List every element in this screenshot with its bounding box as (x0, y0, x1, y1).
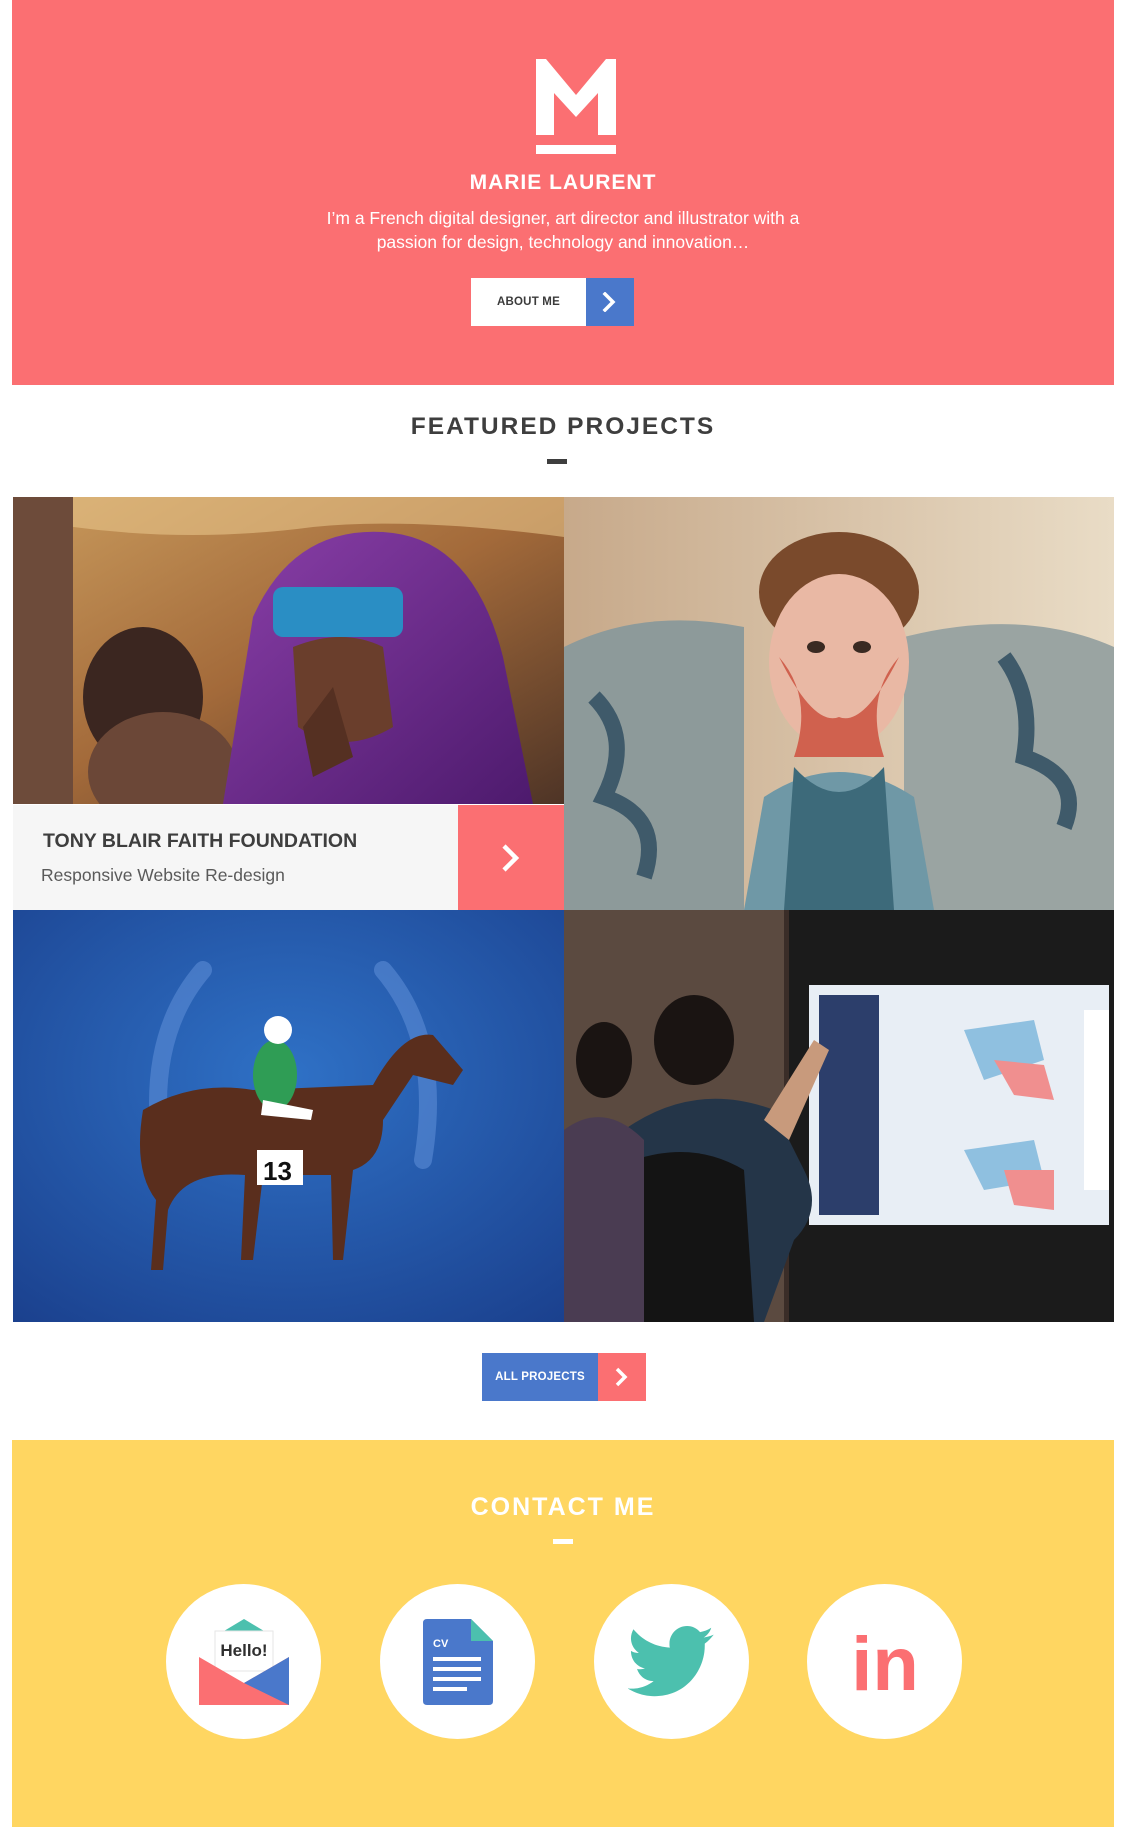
twitter-bird-icon (627, 1625, 714, 1696)
twitter-contact-button[interactable] (594, 1584, 749, 1739)
project-subtitle: Responsive Website Re-design (41, 865, 285, 885)
hero-section: MARIE LAURENT I’m a French digital desig… (12, 0, 1114, 385)
chevron-right-icon[interactable] (586, 278, 634, 326)
title-divider (553, 1539, 573, 1544)
project-image-kiosk[interactable] (564, 910, 1114, 1322)
chevron-right-icon[interactable] (458, 805, 564, 910)
project-caption[interactable]: TONY BLAIR FAITH FOUNDATION Responsive W… (13, 805, 458, 910)
hero-bio: I’m a French digital designer, art direc… (302, 206, 824, 254)
all-projects-button[interactable]: ALL PROJECTS (482, 1353, 646, 1401)
hero-bio-line-2: passion for design, technology and innov… (376, 232, 750, 252)
linkedin-contact-button[interactable]: in (807, 1584, 962, 1739)
all-projects-label[interactable]: ALL PROJECTS (482, 1353, 598, 1401)
project-title[interactable]: TONY BLAIR FAITH FOUNDATION (43, 830, 357, 853)
race-number-badge: 13 (263, 1156, 292, 1186)
about-me-label[interactable]: ABOUT ME (471, 278, 586, 326)
hero-bio-line-1: I’m a French digital designer, art direc… (326, 208, 800, 228)
m-logo-icon[interactable] (536, 59, 616, 155)
project-image-jockey[interactable]: 13 (13, 910, 564, 1322)
about-me-button[interactable]: ABOUT ME (471, 278, 634, 326)
linkedin-text: in (851, 1622, 919, 1702)
cv-contact-button[interactable]: CV (380, 1584, 535, 1739)
chevron-right-icon[interactable] (598, 1353, 646, 1401)
email-contact-button[interactable]: Hello! (166, 1584, 321, 1739)
title-divider (547, 459, 567, 464)
cv-document-icon: CV (422, 1618, 493, 1705)
project-image-body-paint[interactable] (564, 497, 1114, 910)
document-text: CV (433, 1638, 449, 1650)
site-owner-name: MARIE LAURENT (469, 171, 657, 194)
contact-me-title: CONTACT ME (470, 1493, 656, 1521)
linkedin-icon: in (851, 1622, 919, 1702)
hello-envelope-icon: Hello! (198, 1618, 289, 1705)
featured-projects-title: FEATURED PROJECTS (410, 413, 716, 440)
envelope-text: Hello! (220, 1641, 267, 1660)
project-image-tony-blair[interactable] (13, 497, 564, 804)
